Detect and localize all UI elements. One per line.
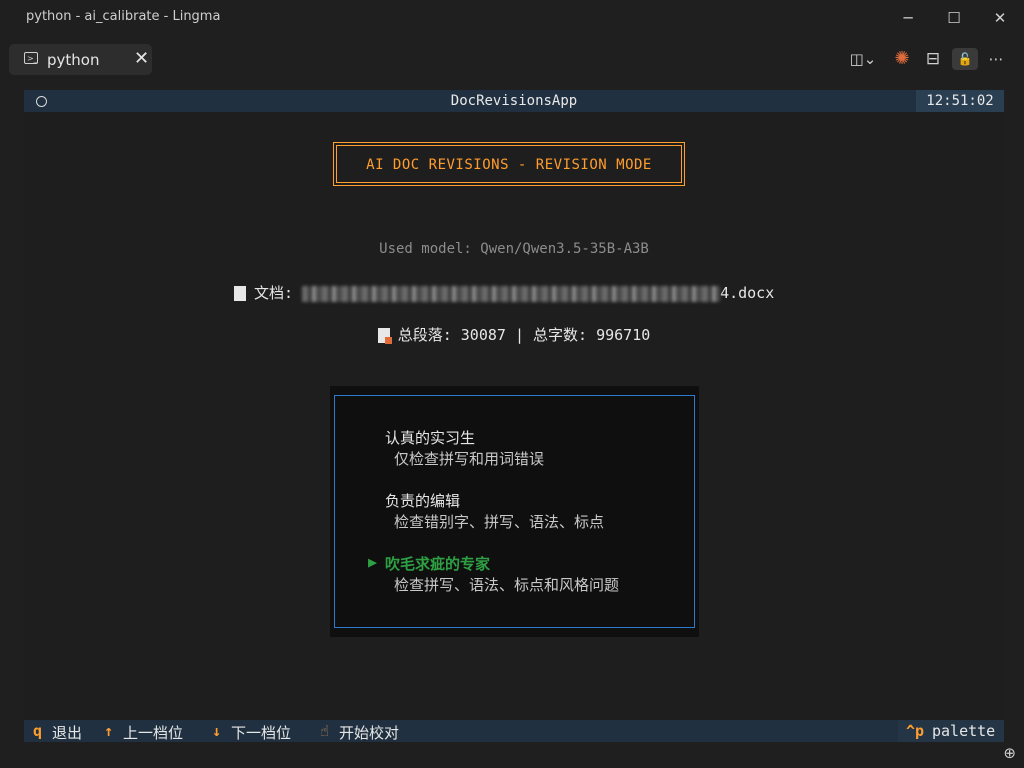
more-actions-icon[interactable]: ⋯ [985, 48, 1007, 70]
key-hints-footer: q 退出 ↑ 上一档位 ↓ 下一档位 ☝ 开始校对 ^p palette [24, 720, 1004, 742]
menu-item-editor-title[interactable]: 负责的编辑 [385, 490, 460, 511]
stats-text: 总段落: 30087 | 总字数: 996710 [397, 326, 651, 344]
bottom-bar [0, 742, 1024, 768]
model-line: Used model: Qwen/Qwen3.5-35B-A3B [379, 241, 649, 257]
maximize-button[interactable]: ☐ [944, 8, 964, 28]
tab-bar: >_ python ✕ ◫⌄ ✺ ⊟ 🔓 ⋯ [0, 36, 1024, 82]
menu-item-intern-title[interactable]: 认真的实习生 [385, 427, 475, 448]
split-editor-icon[interactable]: ◫⌄ [846, 48, 880, 70]
document-filename-suffix: 4.docx [720, 284, 775, 302]
up-label[interactable]: 上一档位 [123, 722, 183, 743]
window-title: python - ai_calibrate - Lingma [26, 9, 221, 24]
document-label: 文档: [254, 284, 294, 302]
selected-arrow-icon: ▶ [368, 553, 378, 571]
menu-item-expert-title[interactable]: 吹毛求疵的专家 [385, 553, 490, 574]
palette-label[interactable]: palette [932, 722, 995, 740]
quit-key[interactable]: q [33, 722, 42, 740]
memo-icon [377, 328, 392, 344]
quit-label[interactable]: 退出 [52, 722, 82, 743]
layout-icon[interactable]: ⊟ [922, 48, 944, 70]
page-icon [234, 286, 246, 301]
tab-close-button[interactable]: ✕ [134, 48, 149, 69]
mode-banner: AI DOC REVISIONS - REVISION MODE [333, 142, 685, 186]
menu-item-editor-desc: 检查错别字、拼写、语法、标点 [394, 513, 605, 531]
palette-hint[interactable]: ^p palette [898, 720, 1004, 742]
up-key[interactable]: ↑ [104, 722, 113, 740]
banner-text: AI DOC REVISIONS - REVISION MODE [366, 157, 652, 173]
tab-label: python [47, 51, 100, 69]
minimize-button[interactable]: ─ [898, 8, 918, 28]
down-key[interactable]: ↓ [212, 722, 221, 740]
app-title: DocRevisionsApp [450, 93, 578, 109]
spark-icon[interactable]: ✺ [891, 48, 913, 70]
blurred-filename [302, 285, 721, 302]
start-label[interactable]: 开始校对 [339, 722, 399, 743]
terminal-icon: >_ [24, 52, 38, 64]
lock-icon[interactable]: 🔓 [952, 48, 978, 70]
revision-level-menu: 认真的实习生 仅检查拼写和用词错误 负责的编辑 检查错别字、拼写、语法、标点 ▶… [330, 386, 699, 637]
stats-line: 总段落: 30087 | 总字数: 996710 [24, 324, 1004, 345]
header-clock: 12:51:02 [916, 90, 1004, 112]
down-label[interactable]: 下一档位 [231, 722, 291, 743]
terminal-area: DocRevisionsApp 12:51:02 AI DOC REVISION… [24, 90, 1004, 742]
window-titlebar: python - ai_calibrate - Lingma ─ ☐ ✕ [0, 0, 1024, 36]
close-window-button[interactable]: ✕ [990, 8, 1010, 28]
start-key-icon[interactable]: ☝ [320, 722, 329, 740]
menu-item-intern-desc: 仅检查拼写和用词错误 [394, 450, 545, 468]
document-line: 文档: 4.docx [234, 282, 774, 303]
zoom-icon[interactable]: ⊕ [1003, 744, 1016, 762]
palette-key[interactable]: ^p [906, 722, 924, 740]
menu-item-expert-desc: 检查拼写、语法、标点和风格问题 [394, 576, 620, 594]
app-header: DocRevisionsApp 12:51:02 [24, 90, 1004, 112]
tab-python[interactable]: >_ python ✕ [9, 44, 152, 75]
